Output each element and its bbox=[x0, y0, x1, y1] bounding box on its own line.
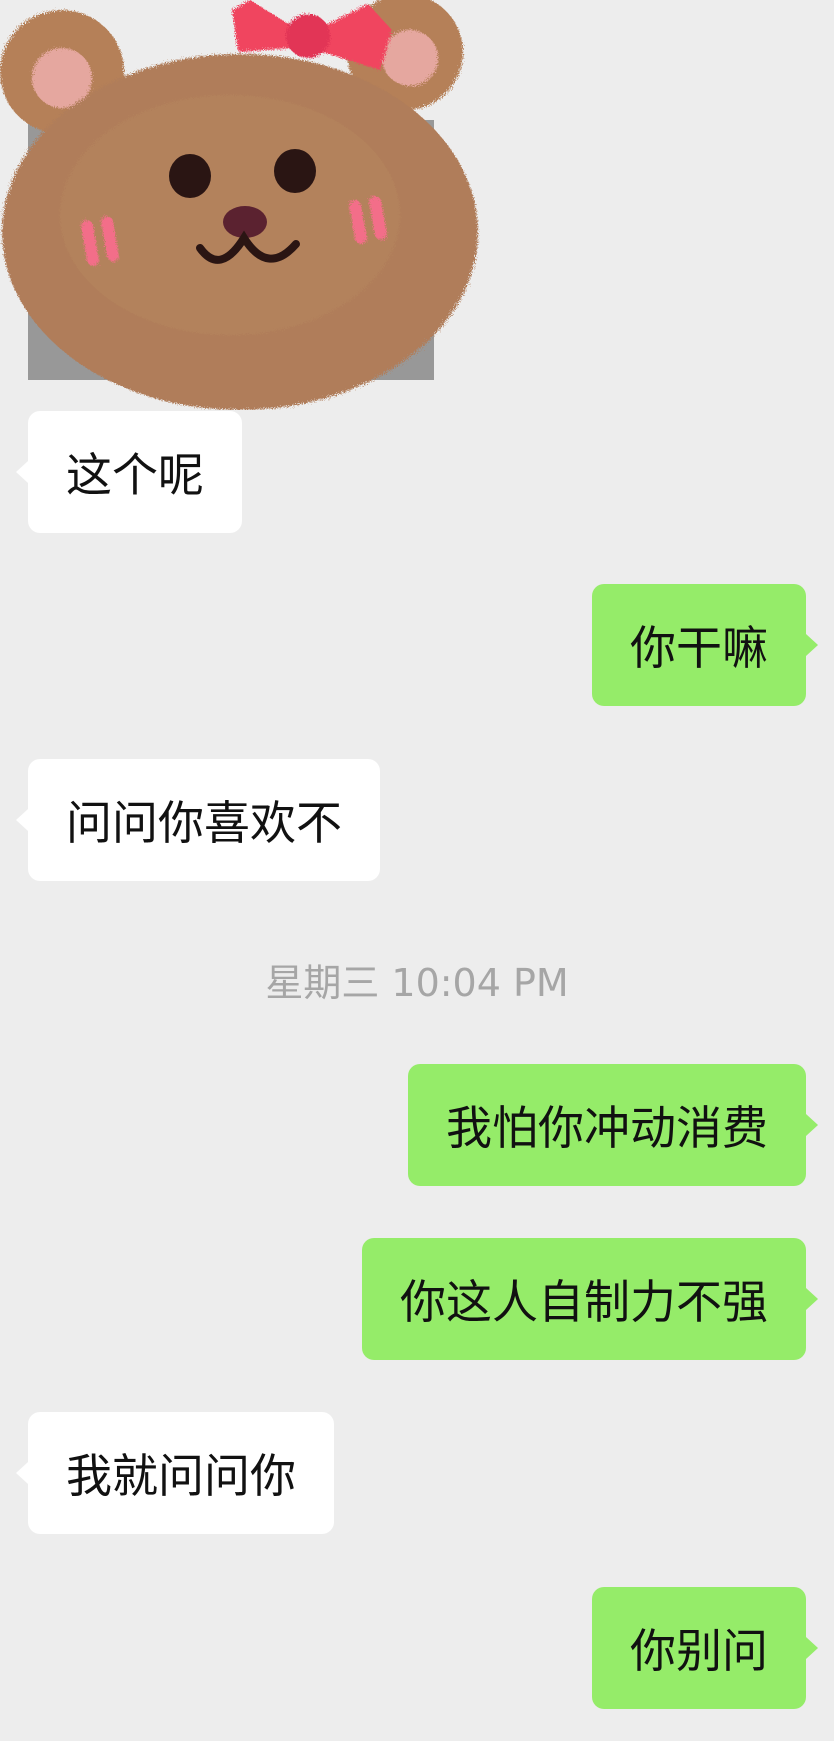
message-text: 我怕你冲动消费 bbox=[446, 1101, 768, 1155]
message-bubble-outgoing[interactable]: 你干嘛 bbox=[592, 584, 818, 706]
message-text: 你这人自制力不强 bbox=[400, 1275, 768, 1329]
timestamp: 星期三 10:04 PM bbox=[265, 961, 569, 1005]
message-bubble-incoming[interactable]: 我就问问你 bbox=[16, 1412, 334, 1534]
bear-face-icon bbox=[0, 0, 478, 410]
right-eye bbox=[274, 149, 316, 193]
message-bubble-outgoing[interactable]: 你这人自制力不强 bbox=[362, 1238, 818, 1360]
message-bubble-incoming[interactable]: 这个呢 bbox=[16, 411, 242, 533]
chat-area[interactable]: 这个呢 你干嘛 问问你喜欢不 星期三 10:04 PM 我怕你冲动消费 你这人自… bbox=[0, 0, 834, 1741]
message-bubble-outgoing[interactable]: 你别问 bbox=[592, 1587, 818, 1709]
message-text: 你干嘛 bbox=[630, 621, 768, 675]
message-text: 这个呢 bbox=[66, 448, 204, 502]
message-text: 问问你喜欢不 bbox=[66, 796, 342, 850]
message-bubble-outgoing[interactable]: 我怕你冲动消费 bbox=[408, 1064, 818, 1186]
left-eye bbox=[169, 154, 211, 198]
message-bubble-incoming[interactable]: 问问你喜欢不 bbox=[16, 759, 380, 881]
message-text: 我就问问你 bbox=[66, 1449, 296, 1503]
message-text: 你别问 bbox=[630, 1624, 768, 1678]
bear-sticker[interactable] bbox=[0, 0, 480, 410]
